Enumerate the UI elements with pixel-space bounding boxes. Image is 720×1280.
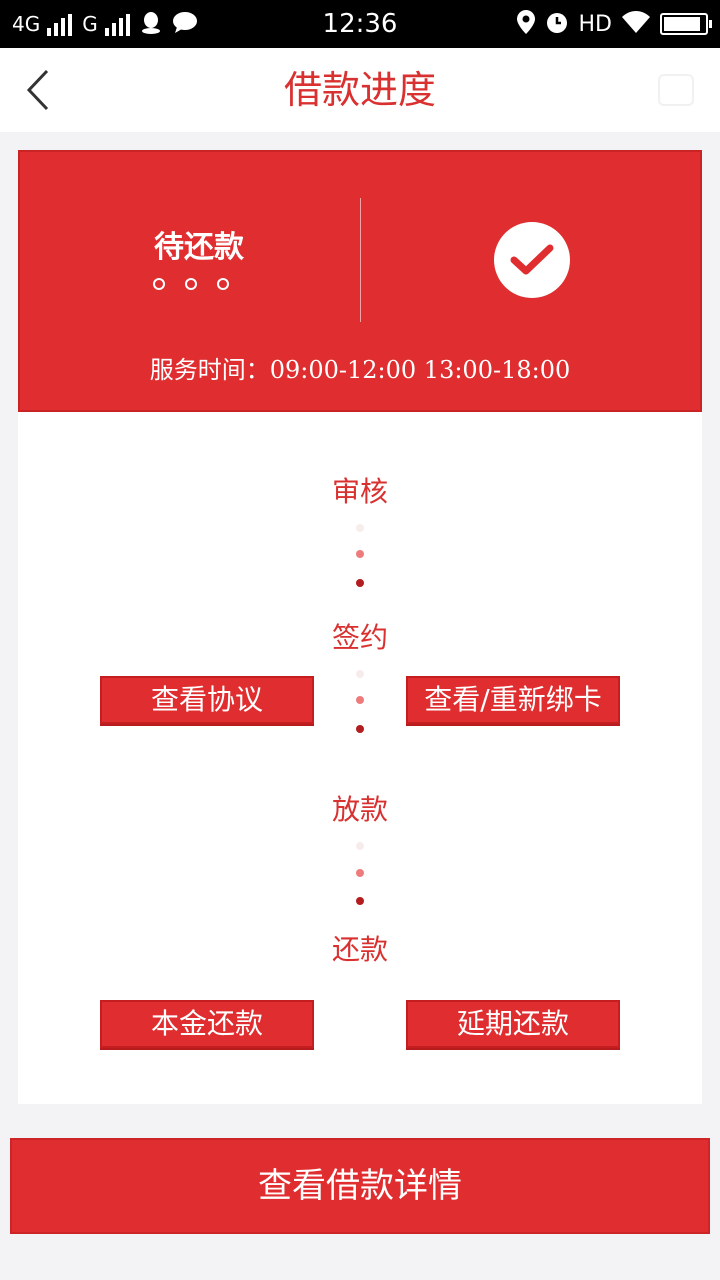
network-4g: 4G	[12, 12, 73, 36]
loading-dots	[153, 278, 229, 290]
signal-icon	[47, 14, 73, 36]
step-repay: 还款	[331, 933, 388, 966]
step-review: 审核	[331, 475, 388, 508]
progress-dot	[356, 524, 364, 532]
step-sign: 签约	[331, 621, 388, 654]
progress-dot	[356, 579, 364, 587]
progress-dot	[356, 842, 364, 850]
loan-status-card: 待还款 服务时间：09:00-12:00 13:00-18:00	[18, 150, 702, 412]
view-agreement-button[interactable]: 查看协议	[100, 676, 314, 724]
principal-repay-button[interactable]: 本金还款	[100, 1000, 314, 1048]
qq-icon	[140, 10, 162, 39]
hd-indicator: HD	[578, 11, 612, 37]
network-4g-label: 4G	[12, 12, 41, 36]
extend-repay-button[interactable]: 延期还款	[406, 1000, 620, 1048]
alarm-icon	[545, 10, 569, 39]
progress-dot	[356, 725, 364, 733]
progress-dot	[356, 897, 364, 905]
loading-dot	[153, 278, 165, 290]
progress-dot	[356, 869, 364, 877]
page-title: 借款进度	[283, 68, 436, 112]
progress-panel: 审核 签约 查看协议 查看/重新绑卡 放款 还款 本金还款 延期还款	[18, 412, 702, 1104]
step-disburse: 放款	[331, 793, 388, 826]
view-loan-detail-button[interactable]: 查看借款详情	[10, 1138, 710, 1234]
rebind-card-button[interactable]: 查看/重新绑卡	[406, 676, 620, 724]
battery-icon	[660, 13, 712, 35]
service-time: 服务时间：09:00-12:00 13:00-18:00	[149, 356, 571, 384]
progress-dot	[356, 696, 364, 704]
network-g-label: G	[82, 12, 98, 36]
network-g: G	[82, 12, 130, 36]
title-bar: 借款进度	[0, 48, 720, 132]
status-bar: 4G G 12:36 HD	[0, 0, 720, 48]
loading-dot	[185, 278, 197, 290]
signal-icon	[104, 14, 130, 36]
chat-icon	[172, 11, 198, 38]
loading-dot	[217, 278, 229, 290]
progress-dot	[356, 550, 364, 558]
header-action-icon[interactable]	[658, 74, 694, 106]
check-circle-icon	[494, 222, 570, 298]
card-divider	[360, 198, 361, 322]
location-icon	[516, 9, 535, 39]
status-bar-left: 4G G	[12, 10, 198, 39]
status-bar-right: HD	[516, 9, 712, 39]
loan-status-text: 待还款	[154, 230, 244, 265]
progress-dot	[356, 670, 364, 678]
wifi-icon	[622, 10, 650, 38]
